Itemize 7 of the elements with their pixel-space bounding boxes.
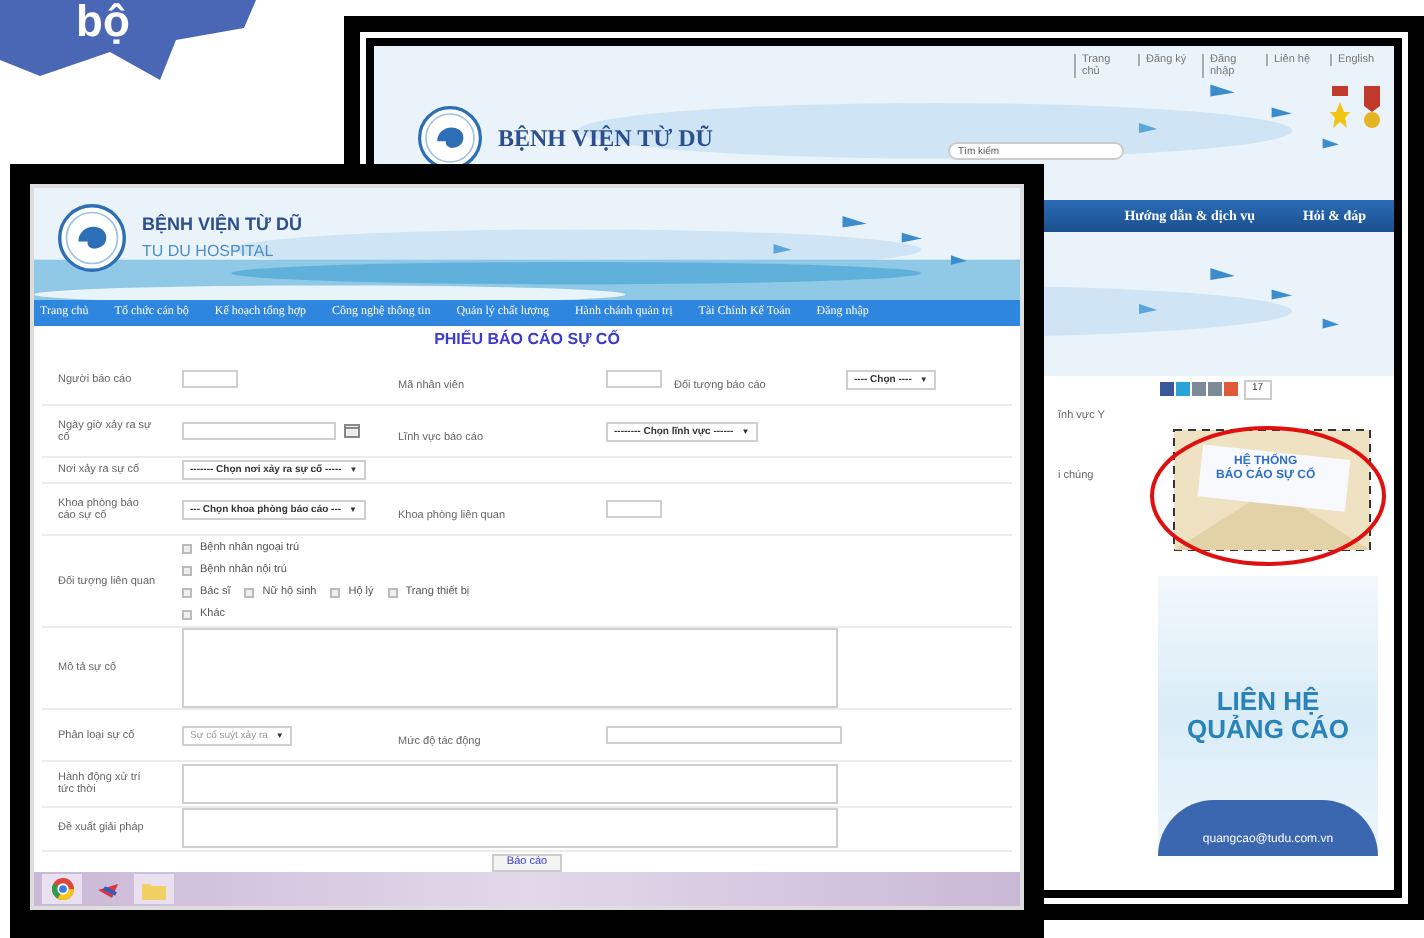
- ad-title: QUẢNG CÁO: [1187, 715, 1349, 743]
- callout-text: bộ: [76, 0, 130, 50]
- form-title: PHIẾU BÁO CÁO SỰ CỐ: [432, 327, 622, 352]
- site-title: BỆNH VIỆN TỪ DŨ: [498, 122, 713, 156]
- site-subtitle: TU DU HOSPITAL: [142, 239, 276, 264]
- ad-title: LIÊN HỆ: [1216, 687, 1320, 715]
- site-title: BỆNH VIỆN TỪ DŨ: [142, 212, 302, 239]
